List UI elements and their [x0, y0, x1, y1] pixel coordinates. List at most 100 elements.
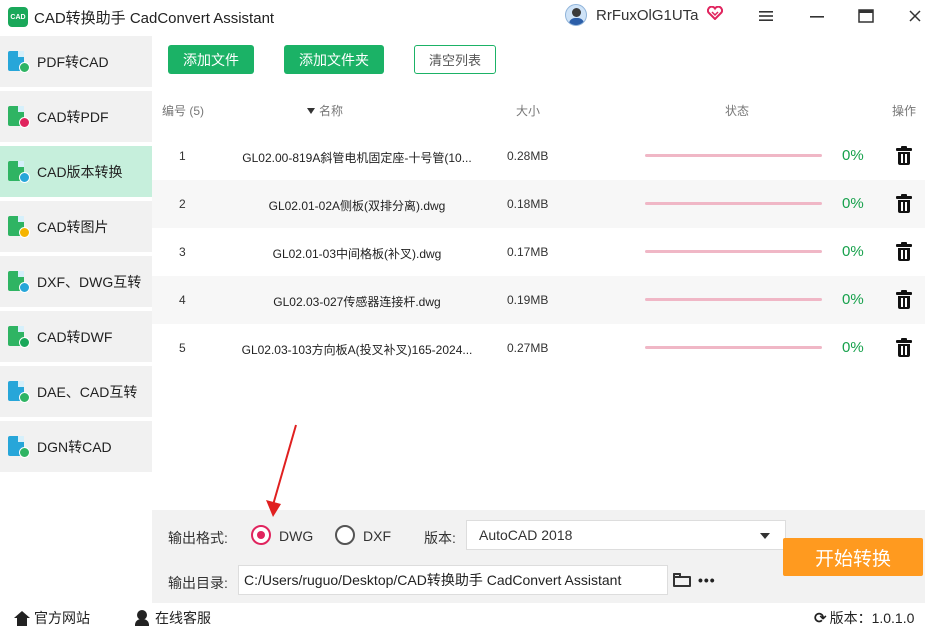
clear-list-button[interactable]: 清空列表 [414, 45, 496, 74]
sidebar-item-cad-to-dwf[interactable]: CAD转DWF [0, 311, 152, 362]
version-text: 版本：1.0.1.0 [829, 610, 915, 626]
output-format-label: 输出格式: [168, 530, 228, 546]
pdf-to-cad-icon [8, 50, 30, 73]
official-website-link[interactable]: 官方网站 [14, 608, 90, 628]
add-folder-button[interactable]: 添加文件夹 [284, 45, 384, 74]
trash-icon[interactable] [896, 338, 912, 358]
version-select[interactable]: AutoCAD 2018 [466, 520, 786, 550]
sidebar-item-cad-version-convert[interactable]: CAD版本转换 [0, 146, 152, 197]
row-file-size: 0.19MB [507, 293, 549, 307]
row-index: 1 [179, 149, 186, 163]
progress-bar [645, 346, 822, 349]
main-panel: 添加文件 添加文件夹 清空列表 编号 (5) 名称 大小 状态 操作 1 GL02… [152, 33, 925, 603]
row-file-size: 0.18MB [507, 197, 549, 211]
version-label: 版本: [424, 530, 456, 546]
row-percent: 0% [842, 195, 864, 212]
format-dxf-label[interactable]: DXF [363, 528, 391, 544]
row-file-name: GL02.01-03中间格板(补叉).dwg [272, 247, 442, 261]
sidebar-item-label: PDF转CAD [37, 53, 109, 70]
close-icon[interactable] [904, 6, 925, 26]
maximize-icon[interactable] [855, 6, 877, 26]
menu-icon[interactable] [755, 6, 777, 26]
table-row[interactable]: 1 GL02.00-819A斜管电机固定座-十号管(10... 0.28MB 0% [152, 132, 925, 180]
sidebar-item-cad-to-image[interactable]: CAD转图片 [0, 201, 152, 252]
cad-to-dwf-icon [8, 325, 30, 348]
progress-bar [645, 202, 822, 205]
format-dwg-radio[interactable] [251, 525, 271, 545]
dxf-dwg-icon [8, 270, 30, 293]
sidebar-item-label: DXF、DWG互转 [37, 273, 142, 290]
user-area[interactable]: RrFuxOlG1UTa [565, 4, 723, 26]
row-percent: 0% [842, 291, 864, 308]
refresh-icon[interactable]: ⟳ [814, 609, 827, 627]
row-file-name: GL02.03-103方向板A(投叉补叉)165-2024... [241, 343, 473, 357]
status-bar: 官方网站 在线客服 ⟳ 版本：1.0.1.0 [0, 603, 925, 628]
minimize-icon[interactable] [806, 6, 828, 26]
progress-bar [645, 250, 822, 253]
progress-bar [645, 154, 822, 157]
online-service-link[interactable]: 在线客服 [134, 608, 211, 628]
customer-service-icon [134, 610, 150, 626]
sidebar-item-pdf-to-cad[interactable]: PDF转CAD [0, 36, 152, 87]
sort-down-icon[interactable] [307, 108, 315, 114]
row-index: 4 [179, 293, 186, 307]
row-index: 2 [179, 197, 186, 211]
folder-icon[interactable] [673, 573, 691, 587]
sidebar-item-dxf-dwg-convert[interactable]: DXF、DWG互转 [0, 256, 152, 307]
trash-icon[interactable] [896, 194, 912, 214]
sidebar-item-label: CAD转图片 [37, 218, 109, 235]
header-status: 状态 [725, 104, 750, 118]
sidebar-item-label: DAE、CAD互转 [37, 383, 138, 400]
home-icon [14, 610, 30, 626]
trash-icon[interactable] [896, 242, 912, 262]
sidebar-item-label: DGN转CAD [37, 438, 112, 455]
row-file-name: GL02.01-02A侧板(双排分离).dwg [268, 199, 446, 213]
row-index: 5 [179, 341, 186, 355]
version-info[interactable]: ⟳ 版本：1.0.1.0 [814, 608, 914, 628]
title-bar: CAD CAD转换助手 CadConvert Assistant RrFuxOl… [0, 0, 925, 33]
add-file-button[interactable]: 添加文件 [168, 45, 254, 74]
sidebar-item-label: CAD转DWF [37, 328, 113, 345]
more-icon[interactable]: ••• [698, 572, 716, 588]
trash-icon[interactable] [896, 290, 912, 310]
row-file-size: 0.17MB [507, 245, 549, 259]
username[interactable]: RrFuxOlG1UTa [596, 7, 699, 24]
dae-cad-icon [8, 380, 30, 403]
header-index: 编号 (5) [162, 104, 205, 118]
header-name[interactable]: 名称 [307, 102, 343, 119]
row-file-size: 0.27MB [507, 341, 549, 355]
table-row[interactable]: 2 GL02.01-02A侧板(双排分离).dwg 0.18MB 0% [152, 180, 925, 228]
progress-bar [645, 298, 822, 301]
cad-to-pdf-icon [8, 105, 30, 128]
header-name-label: 名称 [319, 104, 344, 118]
table-header: 编号 (5) 名称 大小 状态 操作 [152, 94, 925, 124]
output-path-field[interactable]: C:/Users/ruguo/Desktop/CAD转换助手 CadConver… [238, 565, 668, 595]
row-percent: 0% [842, 243, 864, 260]
online-service-label: 在线客服 [155, 610, 211, 626]
dgn-to-cad-icon [8, 435, 30, 458]
output-dir-label: 输出目录: [168, 575, 228, 591]
row-percent: 0% [842, 339, 864, 356]
table-row[interactable]: 5 GL02.03-103方向板A(投叉补叉)165-2024... 0.27MB 0… [152, 324, 925, 372]
header-size: 大小 [516, 104, 541, 118]
header-action: 操作 [892, 104, 917, 118]
format-dxf-radio[interactable] [335, 525, 355, 545]
vip-heart-icon[interactable] [706, 5, 723, 24]
sidebar-item-dgn-to-cad[interactable]: DGN转CAD [0, 421, 152, 472]
sidebar: PDF转CAD CAD转PDF CAD版本转换 CAD转图片 DXF、DWG互转… [0, 33, 152, 603]
start-convert-button[interactable]: 开始转换 [783, 538, 923, 576]
cad-to-image-icon [8, 215, 30, 238]
table-row[interactable]: 3 GL02.01-03中间格板(补叉).dwg 0.17MB 0% [152, 228, 925, 276]
row-percent: 0% [842, 147, 864, 164]
app-logo: CAD [8, 7, 28, 27]
row-file-name: GL02.00-819A斜管电机固定座-十号管(10... [242, 151, 472, 165]
cad-version-icon [8, 160, 30, 183]
trash-icon[interactable] [896, 146, 912, 166]
avatar[interactable] [565, 4, 587, 26]
sidebar-item-label: CAD版本转换 [37, 163, 123, 180]
chevron-down-icon[interactable] [760, 533, 770, 539]
table-row[interactable]: 4 GL02.03-027传感器连接杆.dwg 0.19MB 0% [152, 276, 925, 324]
format-dwg-label[interactable]: DWG [279, 528, 313, 544]
sidebar-item-cad-to-pdf[interactable]: CAD转PDF [0, 91, 152, 142]
sidebar-item-dae-cad-convert[interactable]: DAE、CAD互转 [0, 366, 152, 417]
